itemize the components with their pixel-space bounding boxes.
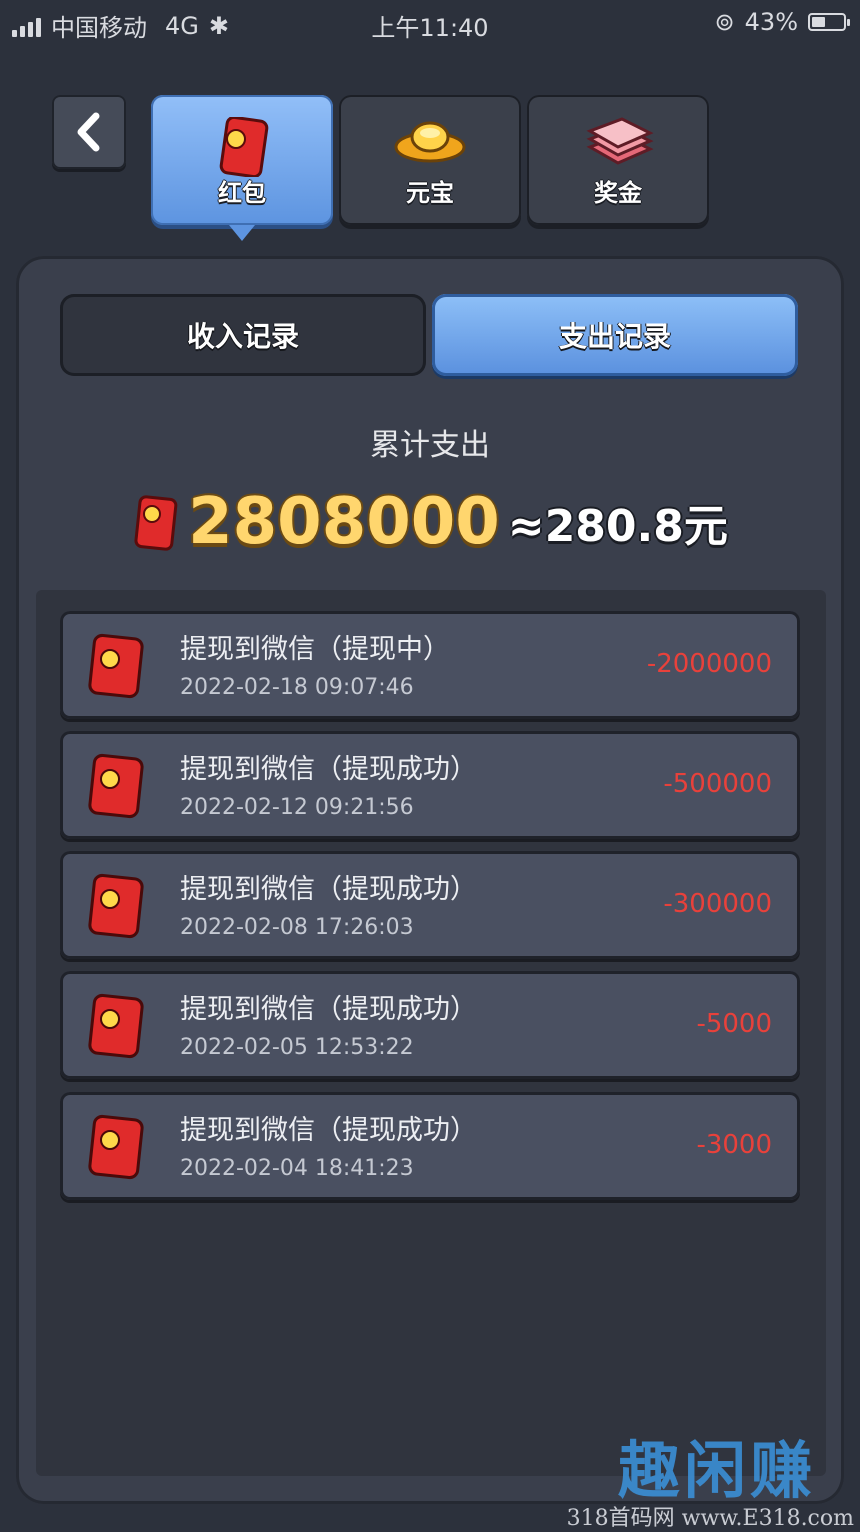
tab-gold-ingot[interactable]: 元宝 [339,95,521,225]
red-envelope-icon [219,117,269,177]
tab-label: 红包 [218,179,266,207]
gold-ingot-icon [394,121,466,163]
chevron-left-icon [77,112,100,152]
record-time: 2022-02-12 09:21:56 [180,795,414,820]
record-title: 提现到微信（提现成功） [180,1115,477,1146]
back-button[interactable] [52,95,126,169]
watermark-url: 318首码网 www.E318.com [566,1506,854,1531]
tab-label: 元宝 [406,179,454,207]
record-row[interactable]: 提现到微信（提现成功） 2022-02-08 17:26:03 -300000 [60,851,800,959]
record-title: 提现到微信（提现成功） [180,874,477,905]
total-expense: 2808000 ≈280.8元 [0,485,860,559]
record-row[interactable]: 提现到微信（提现成功） 2022-02-04 18:41:23 -3000 [60,1092,800,1200]
record-row[interactable]: 提现到微信（提现成功） 2022-02-12 09:21:56 -500000 [60,731,800,839]
record-row[interactable]: 提现到微信（提现成功） 2022-02-05 12:53:22 -5000 [60,971,800,1079]
tab-red-envelope[interactable]: 红包 [151,95,333,241]
red-envelope-icon [88,993,144,1059]
record-row[interactable]: 提现到微信（提现中） 2022-02-18 09:07:46 -2000000 [60,611,800,719]
record-amount: -5000 [696,1009,772,1039]
watermark-logo: 趣闲赚 [617,1434,816,1507]
red-envelope-icon [88,873,144,939]
record-time: 2022-02-08 17:26:03 [180,915,414,940]
record-amount: -3000 [696,1130,772,1160]
record-amount: -300000 [663,889,772,919]
red-envelope-icon [88,753,144,819]
battery-icon [808,13,850,31]
record-title: 提现到微信（提现中） [180,634,450,665]
tab-expense-records[interactable]: 支出记录 [432,294,798,376]
tab-bonus[interactable]: 奖金 [527,95,709,225]
tab-label: 奖金 [594,179,642,207]
red-envelope-icon [134,495,178,551]
record-amount: -500000 [663,769,772,799]
record-time: 2022-02-18 09:07:46 [180,675,414,700]
tab-pointer [229,225,255,241]
record-amount: -2000000 [646,649,772,679]
battery-percent: 43% [744,8,798,36]
cash-stack-icon [586,117,654,165]
record-time: 2022-02-05 12:53:22 [180,1035,414,1060]
total-amount: 2808000 [188,485,500,559]
red-envelope-icon [88,633,144,699]
red-envelope-icon [88,1114,144,1180]
record-title: 提现到微信（提现成功） [180,754,477,785]
rotation-lock-icon: ⊚ [714,8,735,36]
record-time: 2022-02-04 18:41:23 [180,1156,414,1181]
total-yuan-equivalent: ≈280.8元 [507,501,728,552]
status-bar: 中国移动 4G ✱ 上午11:40 ⊚ 43% [0,0,860,44]
total-expense-label: 累计支出 [370,428,490,463]
tab-income-records[interactable]: 收入记录 [60,294,426,376]
record-title: 提现到微信（提现成功） [180,994,477,1025]
